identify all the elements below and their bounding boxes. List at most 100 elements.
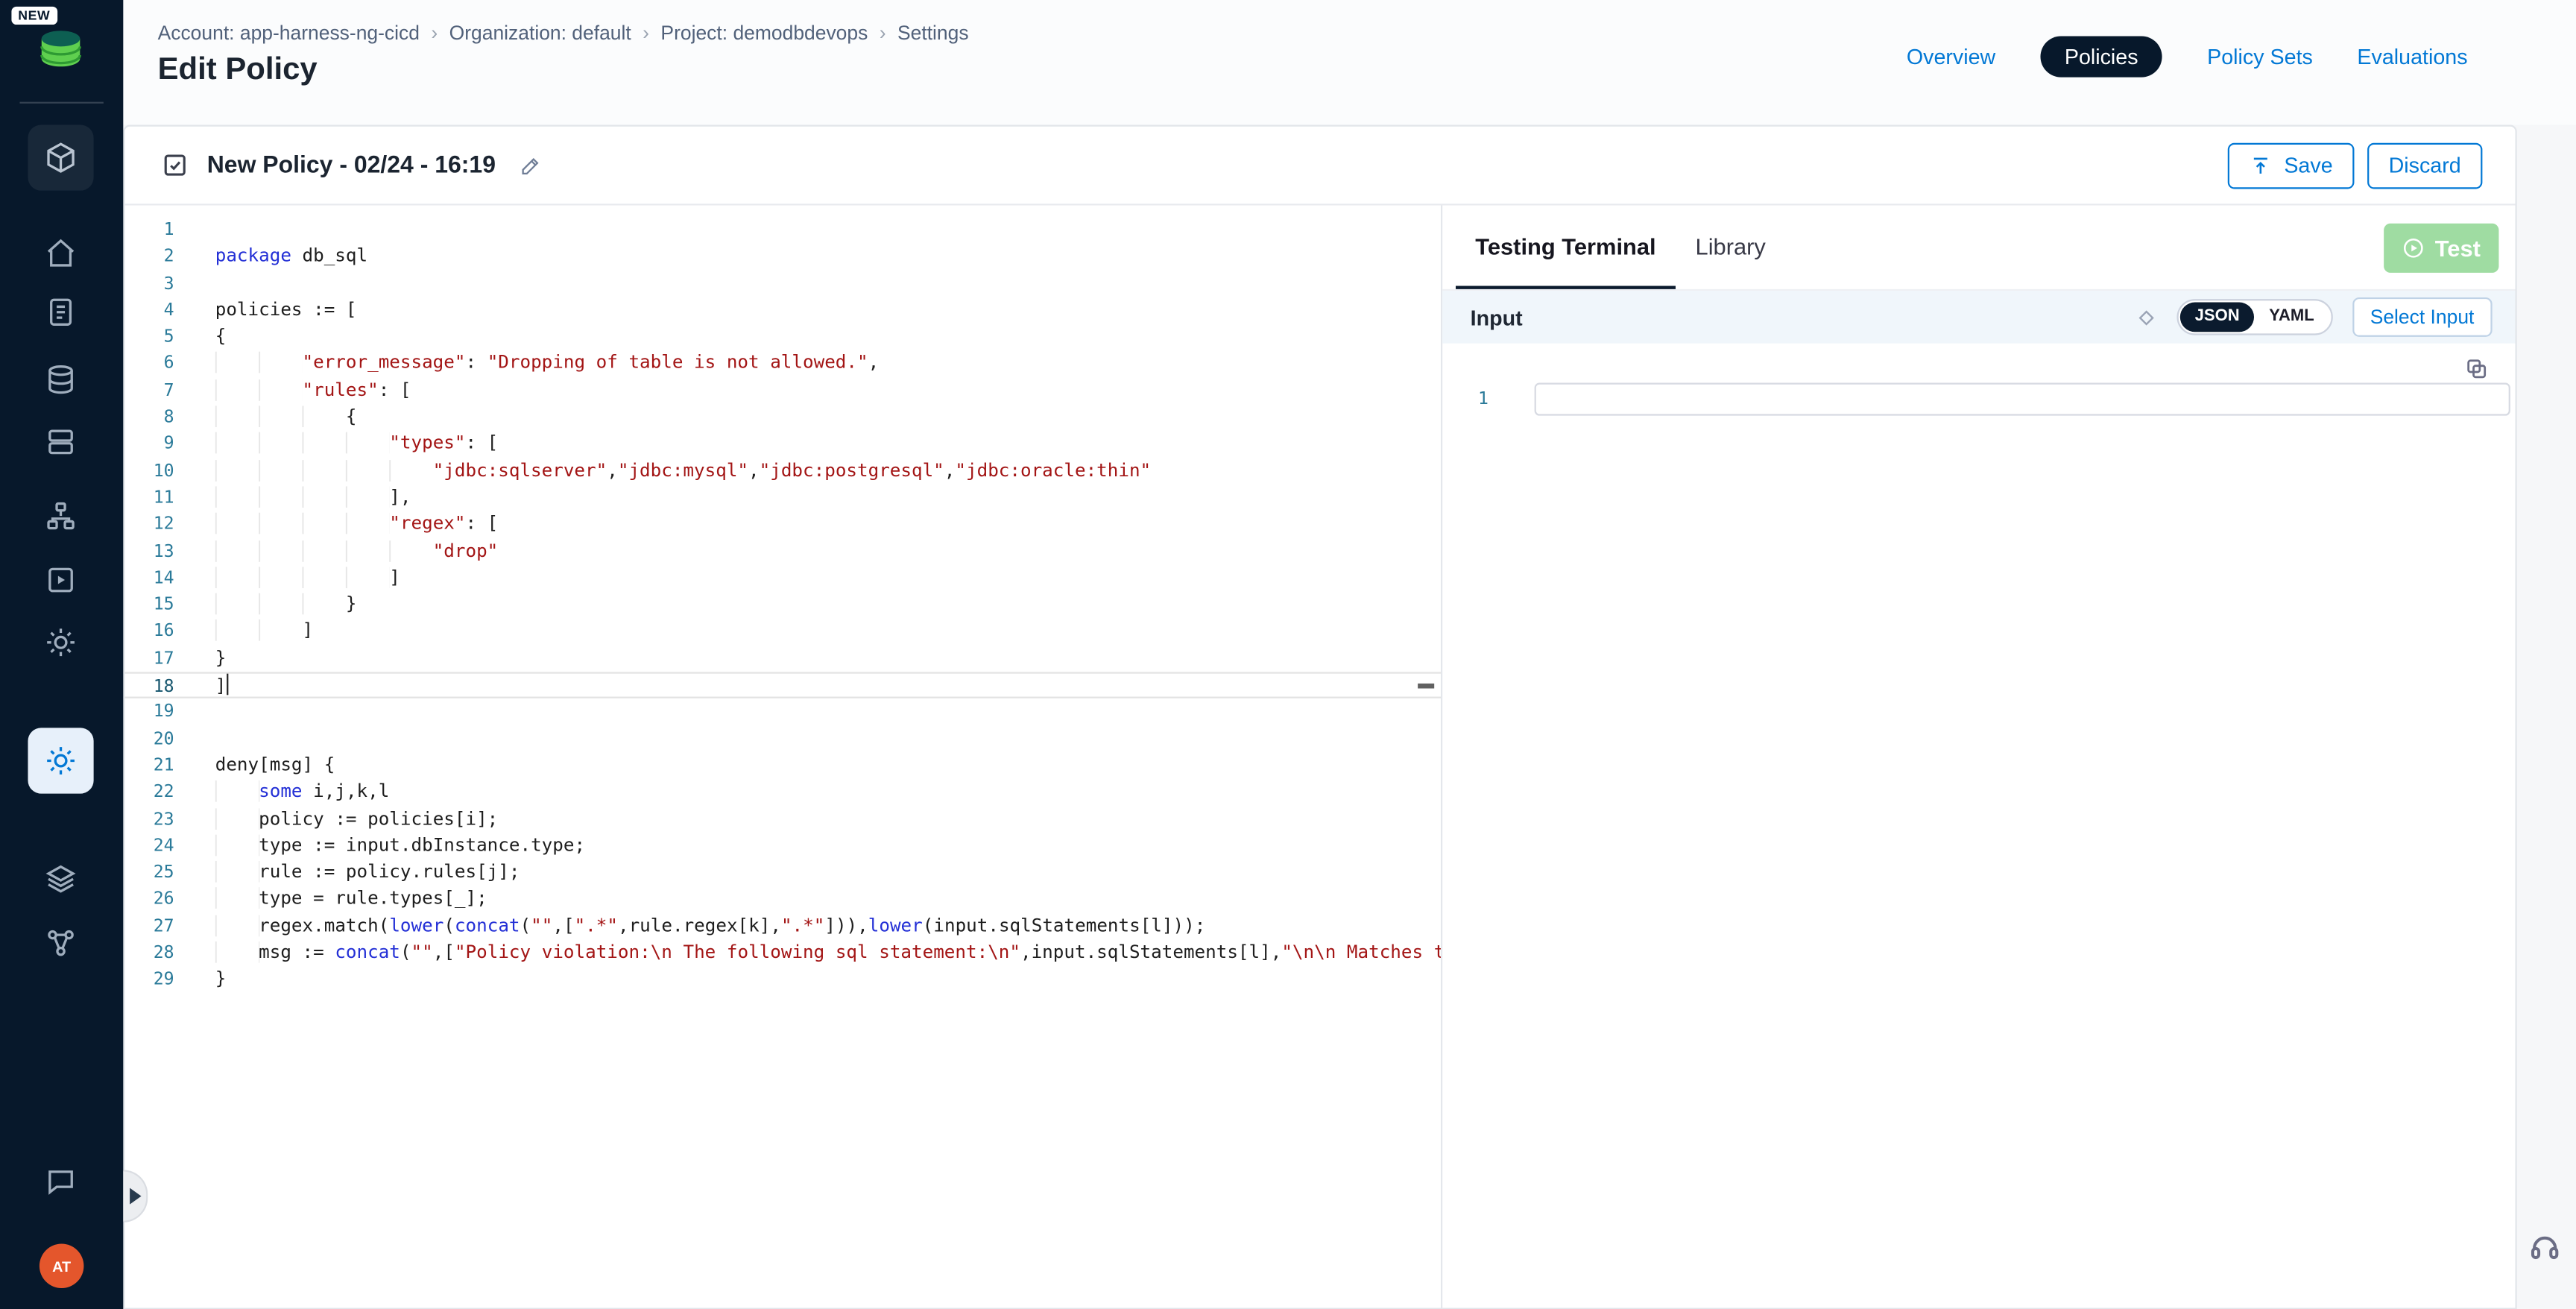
policy-toolbar: New Policy - 02/24 - 16:19 Save Discard — [125, 127, 2516, 206]
test-input-field[interactable] — [1535, 383, 2510, 416]
top-nav-tab-policies[interactable]: Policies — [2040, 36, 2163, 77]
line-number: 21 — [125, 752, 174, 779]
breadcrumb-item-account[interactable]: Account: app-harness-ng-cicd — [158, 22, 420, 45]
code-line-23[interactable]: 23 policy := policies[i]; — [125, 806, 1441, 833]
code-line-3[interactable]: 3 — [125, 271, 1441, 297]
select-input-button[interactable]: Select Input — [2352, 297, 2492, 337]
code-editor[interactable]: 12package db_sql34policies := [5{6 "erro… — [125, 206, 1441, 1308]
code-line-22[interactable]: 22 some i,j,k,l — [125, 779, 1441, 806]
play-square-icon — [45, 564, 78, 596]
top-nav-tab-overview[interactable]: Overview — [1907, 45, 1995, 69]
top-nav-tab-evaluations[interactable]: Evaluations — [2357, 45, 2467, 69]
breadcrumb-separator: › — [643, 22, 649, 45]
terminal-tab-library[interactable]: Library — [1676, 206, 1785, 289]
sidebar-item-environments[interactable] — [45, 499, 78, 532]
policy-check-icon — [161, 151, 189, 179]
code-line-16[interactable]: 16 ] — [125, 619, 1441, 646]
sidebar-item-layers[interactable] — [45, 862, 78, 895]
terminal-tab-testing-terminal[interactable]: Testing Terminal — [1456, 206, 1676, 289]
sidebar-item-pipelines[interactable] — [45, 296, 78, 329]
code-line-17[interactable]: 17} — [125, 646, 1441, 672]
code-line-28[interactable]: 28 msg := concat("",["Policy violation:\… — [125, 940, 1441, 967]
code-line-5[interactable]: 5{ — [125, 324, 1441, 351]
code-line-2[interactable]: 2package db_sql — [125, 244, 1441, 271]
test-button[interactable]: Test — [2384, 224, 2498, 273]
line-number: 17 — [125, 646, 174, 672]
code-line-26[interactable]: 26 type = rule.types[_]; — [125, 886, 1441, 913]
sidebar-item-home[interactable] — [45, 236, 78, 269]
upload-icon — [2250, 154, 2273, 177]
format-option-json[interactable]: JSON — [2180, 303, 2255, 332]
code-line-15[interactable]: 15 } — [125, 592, 1441, 619]
document-list-icon — [45, 296, 78, 329]
save-button-label: Save — [2284, 153, 2332, 177]
line-number: 9 — [125, 431, 174, 458]
line-number: 16 — [125, 619, 174, 646]
sidebar-item-services[interactable] — [45, 426, 78, 458]
code-text: msg := concat("",["Policy violation:\n T… — [215, 940, 1441, 967]
code-line-29[interactable]: 29} — [125, 967, 1441, 994]
overview-ruler-cursor-mark — [1418, 684, 1434, 689]
breadcrumb-item-organization[interactable]: Organization: default — [449, 22, 631, 45]
top-nav-tab-policy-sets[interactable]: Policy Sets — [2207, 45, 2313, 69]
code-text: "jdbc:sqlserver","jdbc:mysql","jdbc:post… — [215, 458, 1151, 485]
line-number: 25 — [125, 859, 174, 886]
sidebar-item-project-settings[interactable] — [45, 626, 78, 659]
code-line-14[interactable]: 14 ] — [125, 565, 1441, 592]
code-line-21[interactable]: 21deny[msg] { — [125, 752, 1441, 779]
input-label: Input — [1471, 305, 1523, 329]
format-option-yaml[interactable]: YAML — [2254, 303, 2329, 332]
sidebar-divider — [19, 102, 103, 104]
code-text: } — [215, 967, 227, 994]
code-text: } — [215, 592, 357, 619]
sidebar: NEW — [0, 0, 123, 1309]
code-line-11[interactable]: 11 ], — [125, 485, 1441, 511]
input-line-number: 1 — [1442, 389, 1489, 409]
code-text: ] — [215, 674, 228, 698]
sidebar-item-module-cube[interactable] — [28, 125, 93, 191]
harness-db-devops-logo[interactable] — [33, 25, 89, 81]
code-line-7[interactable]: 7 "rules": [ — [125, 377, 1441, 404]
code-line-19[interactable]: 19 — [125, 699, 1441, 726]
code-line-12[interactable]: 12 "regex": [ — [125, 511, 1441, 538]
avatar[interactable]: AT — [40, 1244, 84, 1289]
code-text: type := input.dbInstance.type; — [215, 833, 585, 859]
breadcrumb-separator: › — [880, 22, 886, 45]
tag-diamond-icon[interactable] — [2135, 306, 2157, 328]
code-text: "drop" — [215, 538, 499, 565]
sidebar-item-settings-active[interactable] — [28, 728, 93, 793]
home-icon — [45, 236, 78, 269]
sidebar-item-executions[interactable] — [45, 564, 78, 596]
code-line-27[interactable]: 27 regex.match(lower(concat("",[".*",rul… — [125, 913, 1441, 940]
line-number: 11 — [125, 485, 174, 511]
breadcrumb-item-settings[interactable]: Settings — [897, 22, 969, 45]
code-line-8[interactable]: 8 { — [125, 404, 1441, 431]
support-headset-icon[interactable] — [2527, 1229, 2563, 1265]
code-line-20[interactable]: 20 — [125, 725, 1441, 752]
copy-icon[interactable] — [2464, 356, 2489, 381]
code-line-24[interactable]: 24 type := input.dbInstance.type; — [125, 833, 1441, 859]
discard-button[interactable]: Discard — [2367, 142, 2482, 189]
code-line-18[interactable]: 18] — [125, 672, 1441, 699]
code-text: some i,j,k,l — [215, 779, 390, 806]
sidebar-item-databases[interactable] — [45, 363, 78, 396]
code-text: ] — [215, 619, 313, 646]
code-text: package db_sql — [215, 244, 367, 271]
code-line-13[interactable]: 13 "drop" — [125, 538, 1441, 565]
line-number: 14 — [125, 565, 174, 592]
chat-bubble-icon — [45, 1165, 78, 1198]
code-line-9[interactable]: 9 "types": [ — [125, 431, 1441, 458]
code-line-25[interactable]: 25 rule := policy.rules[j]; — [125, 859, 1441, 886]
sidebar-item-chat[interactable] — [45, 1165, 78, 1198]
line-number: 6 — [125, 351, 174, 378]
save-button[interactable]: Save — [2228, 142, 2354, 189]
code-line-1[interactable]: 1 — [125, 217, 1441, 244]
sidebar-item-org[interactable] — [45, 927, 78, 959]
edit-pencil-icon[interactable] — [519, 154, 542, 177]
code-line-4[interactable]: 4policies := [ — [125, 297, 1441, 324]
code-line-6[interactable]: 6 "error_message": "Dropping of table is… — [125, 351, 1441, 378]
code-line-10[interactable]: 10 "jdbc:sqlserver","jdbc:mysql","jdbc:p… — [125, 458, 1441, 485]
hierarchy-icon — [45, 499, 78, 532]
breadcrumb-item-project[interactable]: Project: demodbdevops — [660, 22, 868, 45]
terminal-tabs: Testing TerminalLibrary Test — [1442, 206, 2515, 291]
